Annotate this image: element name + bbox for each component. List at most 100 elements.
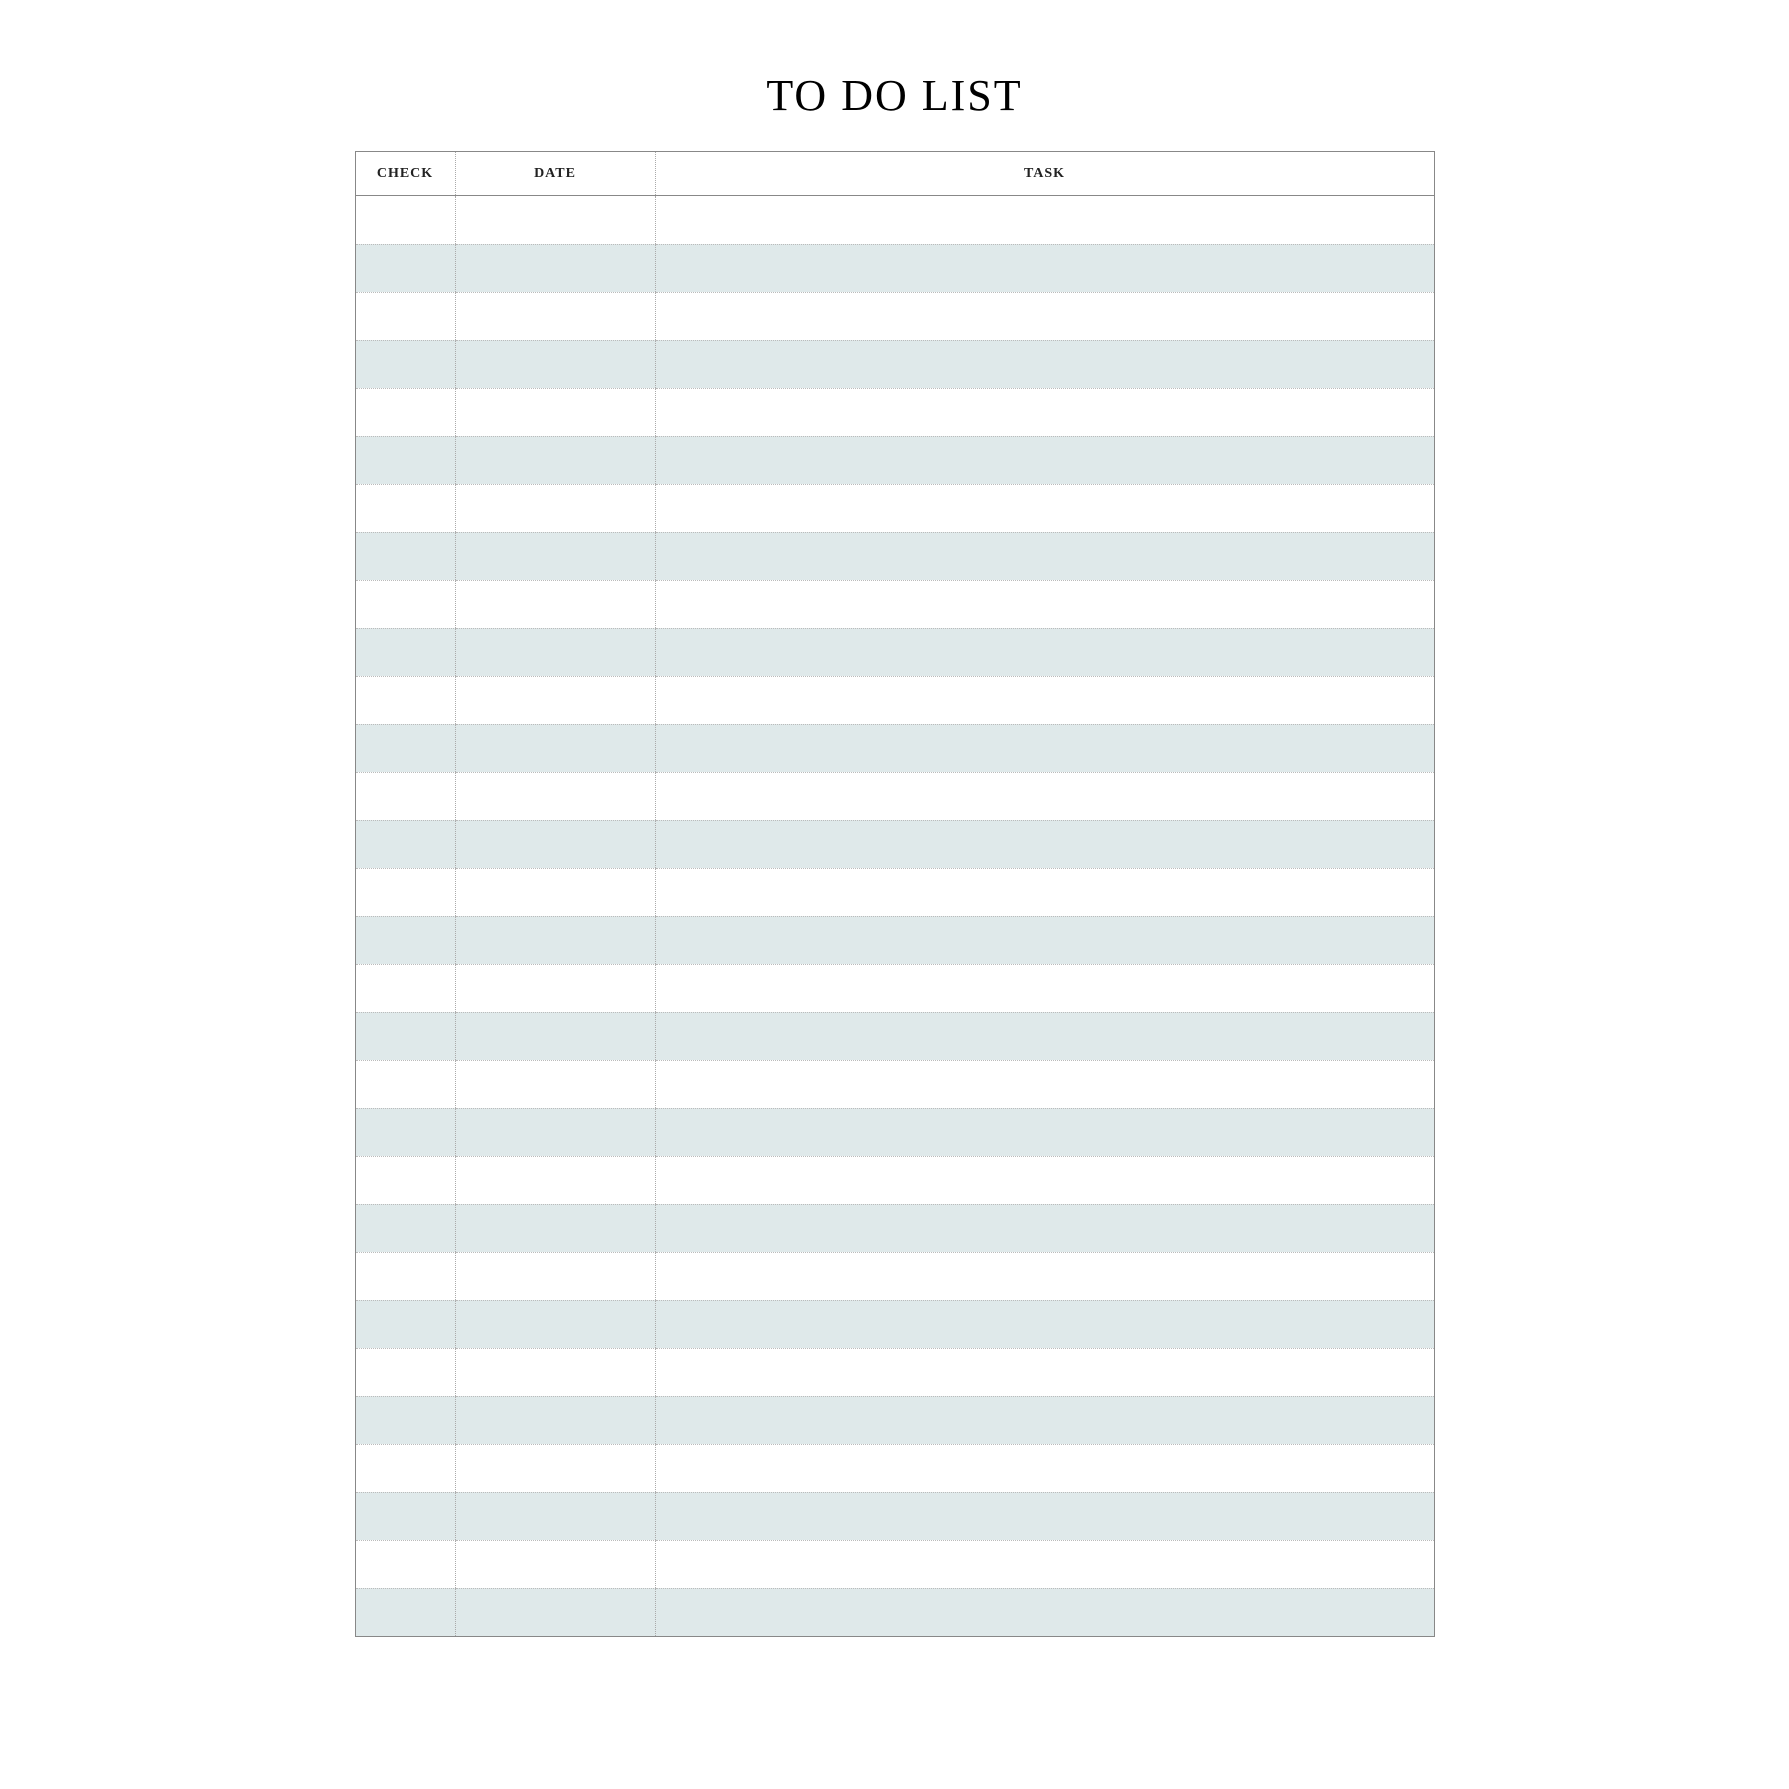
cell-check[interactable] xyxy=(356,724,456,772)
cell-task[interactable] xyxy=(656,388,1434,436)
cell-date[interactable] xyxy=(456,244,656,292)
cell-task[interactable] xyxy=(656,772,1434,820)
table-row xyxy=(356,868,1434,916)
cell-task[interactable] xyxy=(656,532,1434,580)
cell-date[interactable] xyxy=(456,628,656,676)
cell-date[interactable] xyxy=(456,676,656,724)
cell-task[interactable] xyxy=(656,724,1434,772)
cell-task[interactable] xyxy=(656,868,1434,916)
cell-date[interactable] xyxy=(456,1300,656,1348)
cell-date[interactable] xyxy=(456,1396,656,1444)
cell-check[interactable] xyxy=(356,1108,456,1156)
cell-check[interactable] xyxy=(356,868,456,916)
cell-date[interactable] xyxy=(456,1060,656,1108)
cell-task[interactable] xyxy=(656,484,1434,532)
cell-date[interactable] xyxy=(456,724,656,772)
cell-check[interactable] xyxy=(356,964,456,1012)
cell-check[interactable] xyxy=(356,1204,456,1252)
cell-task[interactable] xyxy=(656,1108,1434,1156)
cell-check[interactable] xyxy=(356,1396,456,1444)
cell-date[interactable] xyxy=(456,820,656,868)
cell-task[interactable] xyxy=(656,292,1434,340)
cell-task[interactable] xyxy=(656,1060,1434,1108)
cell-date[interactable] xyxy=(456,964,656,1012)
cell-check[interactable] xyxy=(356,772,456,820)
cell-task[interactable] xyxy=(656,1012,1434,1060)
cell-task[interactable] xyxy=(656,964,1434,1012)
cell-check[interactable] xyxy=(356,436,456,484)
cell-date[interactable] xyxy=(456,1012,656,1060)
cell-task[interactable] xyxy=(656,1588,1434,1636)
cell-date[interactable] xyxy=(456,580,656,628)
cell-task[interactable] xyxy=(656,340,1434,388)
cell-date[interactable] xyxy=(456,1348,656,1396)
cell-date[interactable] xyxy=(456,340,656,388)
cell-check[interactable] xyxy=(356,916,456,964)
cell-task[interactable] xyxy=(656,1492,1434,1540)
cell-date[interactable] xyxy=(456,916,656,964)
cell-check[interactable] xyxy=(356,484,456,532)
cell-task[interactable] xyxy=(656,244,1434,292)
cell-check[interactable] xyxy=(356,1588,456,1636)
cell-task[interactable] xyxy=(656,1348,1434,1396)
cell-date[interactable] xyxy=(456,1204,656,1252)
cell-task[interactable] xyxy=(656,1204,1434,1252)
header-date-column: DATE xyxy=(456,152,656,195)
cell-check[interactable] xyxy=(356,1444,456,1492)
cell-date[interactable] xyxy=(456,1252,656,1300)
cell-task[interactable] xyxy=(656,580,1434,628)
cell-date[interactable] xyxy=(456,1540,656,1588)
cell-check[interactable] xyxy=(356,1060,456,1108)
table-row xyxy=(356,916,1434,964)
table-row xyxy=(356,1444,1434,1492)
header-date-label: DATE xyxy=(534,166,576,182)
cell-check[interactable] xyxy=(356,244,456,292)
cell-date[interactable] xyxy=(456,532,656,580)
cell-date[interactable] xyxy=(456,196,656,244)
cell-check[interactable] xyxy=(356,820,456,868)
cell-task[interactable] xyxy=(656,196,1434,244)
cell-task[interactable] xyxy=(656,676,1434,724)
cell-check[interactable] xyxy=(356,1252,456,1300)
cell-date[interactable] xyxy=(456,436,656,484)
cell-task[interactable] xyxy=(656,1396,1434,1444)
cell-check[interactable] xyxy=(356,1012,456,1060)
cell-date[interactable] xyxy=(456,1156,656,1204)
table-row xyxy=(356,1252,1434,1300)
cell-check[interactable] xyxy=(356,1348,456,1396)
cell-date[interactable] xyxy=(456,292,656,340)
cell-check[interactable] xyxy=(356,340,456,388)
cell-date[interactable] xyxy=(456,484,656,532)
cell-check[interactable] xyxy=(356,1540,456,1588)
cell-check[interactable] xyxy=(356,196,456,244)
cell-check[interactable] xyxy=(356,580,456,628)
cell-check[interactable] xyxy=(356,1300,456,1348)
cell-check[interactable] xyxy=(356,1492,456,1540)
cell-date[interactable] xyxy=(456,1108,656,1156)
cell-date[interactable] xyxy=(456,388,656,436)
cell-date[interactable] xyxy=(456,1588,656,1636)
cell-check[interactable] xyxy=(356,676,456,724)
table-row xyxy=(356,964,1434,1012)
table-row xyxy=(356,244,1434,292)
cell-task[interactable] xyxy=(656,1252,1434,1300)
cell-task[interactable] xyxy=(656,628,1434,676)
cell-date[interactable] xyxy=(456,868,656,916)
cell-task[interactable] xyxy=(656,436,1434,484)
cell-date[interactable] xyxy=(456,1492,656,1540)
table-row xyxy=(356,1156,1434,1204)
cell-check[interactable] xyxy=(356,1156,456,1204)
cell-task[interactable] xyxy=(656,1300,1434,1348)
table-row xyxy=(356,1348,1434,1396)
cell-date[interactable] xyxy=(456,1444,656,1492)
cell-check[interactable] xyxy=(356,292,456,340)
cell-check[interactable] xyxy=(356,532,456,580)
cell-task[interactable] xyxy=(656,916,1434,964)
cell-task[interactable] xyxy=(656,820,1434,868)
cell-check[interactable] xyxy=(356,628,456,676)
cell-task[interactable] xyxy=(656,1444,1434,1492)
cell-check[interactable] xyxy=(356,388,456,436)
cell-task[interactable] xyxy=(656,1540,1434,1588)
cell-task[interactable] xyxy=(656,1156,1434,1204)
cell-date[interactable] xyxy=(456,772,656,820)
